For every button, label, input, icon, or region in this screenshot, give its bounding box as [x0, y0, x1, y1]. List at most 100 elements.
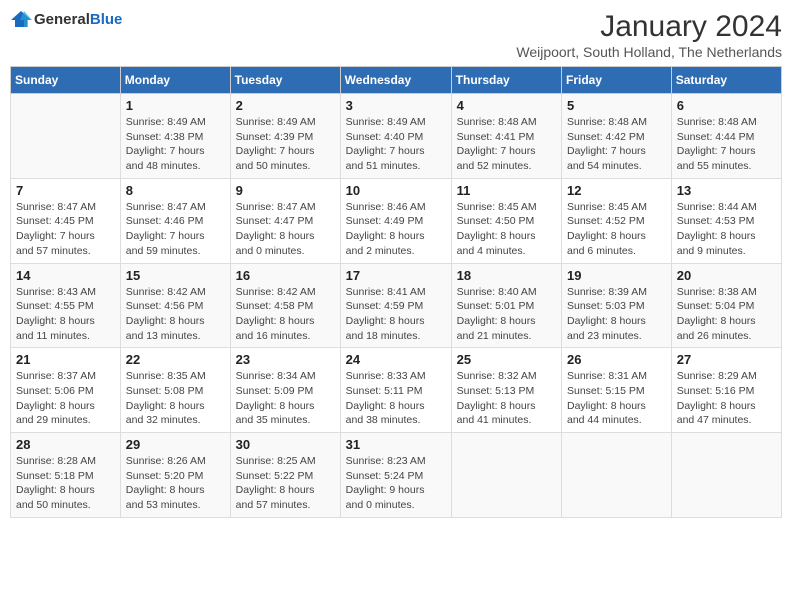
- day-number: 10: [346, 183, 446, 198]
- calendar-cell: 1Sunrise: 8:49 AM Sunset: 4:38 PM Daylig…: [120, 94, 230, 179]
- day-number: 4: [457, 98, 556, 113]
- day-number: 8: [126, 183, 225, 198]
- day-info: Sunrise: 8:25 AM Sunset: 5:22 PM Dayligh…: [236, 454, 335, 513]
- day-number: 27: [677, 352, 776, 367]
- week-row-3: 14 Sunrise: 8:43 AM Sunset: 4:55 PM Dayli…: [11, 263, 782, 348]
- day-number: 11: [457, 183, 556, 198]
- day-info: Sunrise: 8:43 AM Sunset: 4:55 PM Dayligh…: [16, 285, 115, 344]
- calendar-cell: 23Sunrise: 8:34 AM Sunset: 5:09 PM Dayli…: [230, 348, 340, 433]
- day-number: 13: [677, 183, 776, 198]
- day-number: 16: [236, 268, 335, 283]
- day-info: Sunrise: 8:23 AM Sunset: 5:24 PM Dayligh…: [346, 454, 446, 513]
- day-info: Sunrise: 8:46 AM Sunset: 4:49 PM Dayligh…: [346, 200, 446, 259]
- day-info: Sunrise: 8:44 AM Sunset: 4:53 PM Dayligh…: [677, 200, 776, 259]
- week-row-1: 1Sunrise: 8:49 AM Sunset: 4:38 PM Daylig…: [11, 94, 782, 179]
- calendar-cell: 30 Sunrise: 8:25 AM Sunset: 5:22 PM Dayli…: [230, 433, 340, 518]
- day-info: Sunrise: 8:48 AM Sunset: 4:41 PM Dayligh…: [457, 115, 556, 174]
- day-info: Sunrise: 8:49 AM Sunset: 4:39 PM Dayligh…: [236, 115, 335, 174]
- day-number: 18: [457, 268, 556, 283]
- day-info: Sunrise: 8:45 AM Sunset: 4:52 PM Dayligh…: [567, 200, 666, 259]
- column-header-tuesday: Tuesday: [230, 67, 340, 94]
- calendar-cell: 2 Sunrise: 8:49 AM Sunset: 4:39 PM Daylig…: [230, 94, 340, 179]
- day-info: Sunrise: 8:34 AM Sunset: 5:09 PM Dayligh…: [236, 369, 335, 428]
- day-number: 30: [236, 437, 335, 452]
- logo: General Blue: [10, 10, 122, 28]
- calendar-cell: 12 Sunrise: 8:45 AM Sunset: 4:52 PM Dayli…: [562, 178, 672, 263]
- day-number: 5: [567, 98, 666, 113]
- column-header-sunday: Sunday: [11, 67, 121, 94]
- calendar-cell: [671, 433, 781, 518]
- day-number: 20: [677, 268, 776, 283]
- column-header-friday: Friday: [562, 67, 672, 94]
- day-info: Sunrise: 8:42 AM Sunset: 4:58 PM Dayligh…: [236, 285, 335, 344]
- calendar-cell: 15 Sunrise: 8:42 AM Sunset: 4:56 PM Dayli…: [120, 263, 230, 348]
- calendar-cell: [451, 433, 561, 518]
- day-info: Sunrise: 8:40 AM Sunset: 5:01 PM Dayligh…: [457, 285, 556, 344]
- calendar-cell: [562, 433, 672, 518]
- calendar-cell: 3 Sunrise: 8:49 AM Sunset: 4:40 PM Daylig…: [340, 94, 451, 179]
- day-number: 2: [236, 98, 335, 113]
- logo-text-blue: Blue: [90, 11, 123, 28]
- calendar-cell: 14 Sunrise: 8:43 AM Sunset: 4:55 PM Dayli…: [11, 263, 121, 348]
- day-info: Sunrise: 8:47 AM Sunset: 4:45 PM Dayligh…: [16, 200, 115, 259]
- day-info: Sunrise: 8:33 AM Sunset: 5:11 PM Dayligh…: [346, 369, 446, 428]
- day-number: 28: [16, 437, 115, 452]
- day-info: Sunrise: 8:45 AM Sunset: 4:50 PM Dayligh…: [457, 200, 556, 259]
- week-row-2: 7 Sunrise: 8:47 AM Sunset: 4:45 PM Daylig…: [11, 178, 782, 263]
- column-header-wednesday: Wednesday: [340, 67, 451, 94]
- week-row-4: 21Sunrise: 8:37 AM Sunset: 5:06 PM Dayli…: [11, 348, 782, 433]
- day-number: 29: [126, 437, 225, 452]
- calendar-cell: 20 Sunrise: 8:38 AM Sunset: 5:04 PM Dayli…: [671, 263, 781, 348]
- day-info: Sunrise: 8:47 AM Sunset: 4:46 PM Dayligh…: [126, 200, 225, 259]
- calendar-cell: 11 Sunrise: 8:45 AM Sunset: 4:50 PM Dayli…: [451, 178, 561, 263]
- calendar-cell: 17Sunrise: 8:41 AM Sunset: 4:59 PM Dayli…: [340, 263, 451, 348]
- logo-icon: [10, 10, 32, 28]
- day-number: 24: [346, 352, 446, 367]
- day-info: Sunrise: 8:38 AM Sunset: 5:04 PM Dayligh…: [677, 285, 776, 344]
- day-info: Sunrise: 8:47 AM Sunset: 4:47 PM Dayligh…: [236, 200, 335, 259]
- title-area: January 2024 Weijpoort, South Holland, T…: [516, 10, 782, 60]
- day-info: Sunrise: 8:32 AM Sunset: 5:13 PM Dayligh…: [457, 369, 556, 428]
- calendar-cell: 28 Sunrise: 8:28 AM Sunset: 5:18 PM Dayli…: [11, 433, 121, 518]
- calendar-cell: 29Sunrise: 8:26 AM Sunset: 5:20 PM Dayli…: [120, 433, 230, 518]
- calendar-cell: 18 Sunrise: 8:40 AM Sunset: 5:01 PM Dayli…: [451, 263, 561, 348]
- day-info: Sunrise: 8:29 AM Sunset: 5:16 PM Dayligh…: [677, 369, 776, 428]
- day-info: Sunrise: 8:42 AM Sunset: 4:56 PM Dayligh…: [126, 285, 225, 344]
- calendar-cell: [11, 94, 121, 179]
- calendar-header: SundayMondayTuesdayWednesdayThursdayFrid…: [11, 67, 782, 94]
- day-info: Sunrise: 8:49 AM Sunset: 4:40 PM Dayligh…: [346, 115, 446, 174]
- calendar-cell: 25 Sunrise: 8:32 AM Sunset: 5:13 PM Dayli…: [451, 348, 561, 433]
- day-number: 3: [346, 98, 446, 113]
- day-number: 9: [236, 183, 335, 198]
- calendar-cell: 19Sunrise: 8:39 AM Sunset: 5:03 PM Dayli…: [562, 263, 672, 348]
- day-number: 22: [126, 352, 225, 367]
- calendar-cell: 31 Sunrise: 8:23 AM Sunset: 5:24 PM Dayli…: [340, 433, 451, 518]
- day-info: Sunrise: 8:49 AM Sunset: 4:38 PM Dayligh…: [126, 115, 225, 174]
- header-row: SundayMondayTuesdayWednesdayThursdayFrid…: [11, 67, 782, 94]
- logo-text-general: General: [34, 11, 90, 28]
- day-number: 25: [457, 352, 556, 367]
- day-number: 15: [126, 268, 225, 283]
- calendar-table: SundayMondayTuesdayWednesdayThursdayFrid…: [10, 66, 782, 518]
- location-subtitle: Weijpoort, South Holland, The Netherland…: [516, 44, 782, 60]
- day-number: 31: [346, 437, 446, 452]
- column-header-saturday: Saturday: [671, 67, 781, 94]
- day-info: Sunrise: 8:31 AM Sunset: 5:15 PM Dayligh…: [567, 369, 666, 428]
- day-number: 21: [16, 352, 115, 367]
- day-info: Sunrise: 8:28 AM Sunset: 5:18 PM Dayligh…: [16, 454, 115, 513]
- week-row-5: 28 Sunrise: 8:28 AM Sunset: 5:18 PM Dayli…: [11, 433, 782, 518]
- day-number: 14: [16, 268, 115, 283]
- calendar-cell: 8 Sunrise: 8:47 AM Sunset: 4:46 PM Daylig…: [120, 178, 230, 263]
- day-number: 7: [16, 183, 115, 198]
- month-title: January 2024: [516, 10, 782, 44]
- header: General Blue January 2024 Weijpoort, Sou…: [10, 10, 782, 60]
- day-info: Sunrise: 8:35 AM Sunset: 5:08 PM Dayligh…: [126, 369, 225, 428]
- day-number: 6: [677, 98, 776, 113]
- calendar-cell: 13 Sunrise: 8:44 AM Sunset: 4:53 PM Dayli…: [671, 178, 781, 263]
- day-number: 12: [567, 183, 666, 198]
- day-number: 19: [567, 268, 666, 283]
- calendar-cell: 4 Sunrise: 8:48 AM Sunset: 4:41 PM Daylig…: [451, 94, 561, 179]
- column-header-thursday: Thursday: [451, 67, 561, 94]
- calendar-cell: 26Sunrise: 8:31 AM Sunset: 5:15 PM Dayli…: [562, 348, 672, 433]
- day-number: 17: [346, 268, 446, 283]
